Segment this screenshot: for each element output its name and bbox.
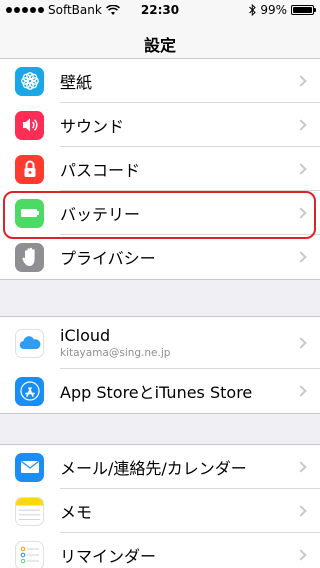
hand-icon (15, 242, 44, 272)
settings-row-mail[interactable]: メール/連絡先/カレンダー (0, 445, 320, 489)
settings-row-label: バッテリー (60, 205, 141, 224)
settings-row-label: App StoreとiTunes Store (60, 383, 253, 402)
mail-icon (15, 452, 44, 482)
settings-row-label: リマインダー (60, 547, 157, 566)
status-right: 99% (249, 3, 316, 17)
settings-row-sound[interactable]: サウンド (0, 103, 320, 147)
settings-row-sublabel: kitayama@sing.ne.jp (60, 347, 171, 359)
chevron-right-icon (295, 385, 307, 397)
chevron-right-icon (295, 119, 307, 131)
settings-row-label: メール/連絡先/カレンダー (60, 459, 247, 478)
settings-row-label: 壁紙 (60, 73, 93, 92)
cloud-icon (15, 328, 44, 358)
chevron-right-icon (295, 337, 307, 349)
chevron-right-icon (295, 461, 307, 473)
speaker-icon (15, 110, 44, 140)
reminders-icon (15, 540, 44, 568)
chevron-right-icon (295, 75, 307, 87)
wallpaper-icon (15, 66, 44, 96)
notes-icon (15, 496, 44, 526)
settings-group-general: 壁紙 サウンド パスコード バッテリー プライバシー (0, 58, 320, 280)
app-store-icon (15, 376, 44, 406)
settings-row-battery[interactable]: バッテリー (0, 191, 320, 235)
bluetooth-icon (249, 4, 257, 16)
settings-row-notes[interactable]: メモ (0, 489, 320, 533)
settings-row-icloud[interactable]: iCloud kitayama@sing.ne.jp (0, 317, 320, 369)
status-bar: SoftBank 22:30 99% (0, 0, 320, 20)
lock-icon (15, 154, 44, 184)
settings-group-accounts: iCloud kitayama@sing.ne.jp App StoreとiTu… (0, 316, 320, 414)
chevron-right-icon (295, 207, 307, 219)
settings-row-label: サウンド (60, 117, 125, 136)
settings-row-reminders[interactable]: リマインダー (0, 533, 320, 568)
settings-row-privacy[interactable]: プライバシー (0, 235, 320, 279)
settings-row-label: プライバシー (60, 249, 156, 268)
settings-row-wallpaper[interactable]: 壁紙 (0, 59, 320, 103)
settings-row-passcode[interactable]: パスコード (0, 147, 320, 191)
chevron-right-icon (295, 251, 307, 263)
battery-status-icon (291, 5, 316, 15)
chevron-right-icon (295, 549, 307, 561)
chevron-right-icon (295, 505, 307, 517)
chevron-right-icon (295, 163, 307, 175)
battery-fill (293, 7, 312, 13)
settings-row-app-store[interactable]: App StoreとiTunes Store (0, 369, 320, 413)
settings-row-label: メモ (60, 503, 93, 522)
settings-row-label: iCloud (60, 326, 111, 345)
settings-row-label: パスコード (60, 161, 141, 180)
page-title: 設定 (143, 36, 176, 55)
battery-percent: 99% (260, 3, 287, 17)
settings-group-apps: メール/連絡先/カレンダー メモ リマインダー (0, 444, 320, 568)
battery-icon (15, 198, 44, 228)
